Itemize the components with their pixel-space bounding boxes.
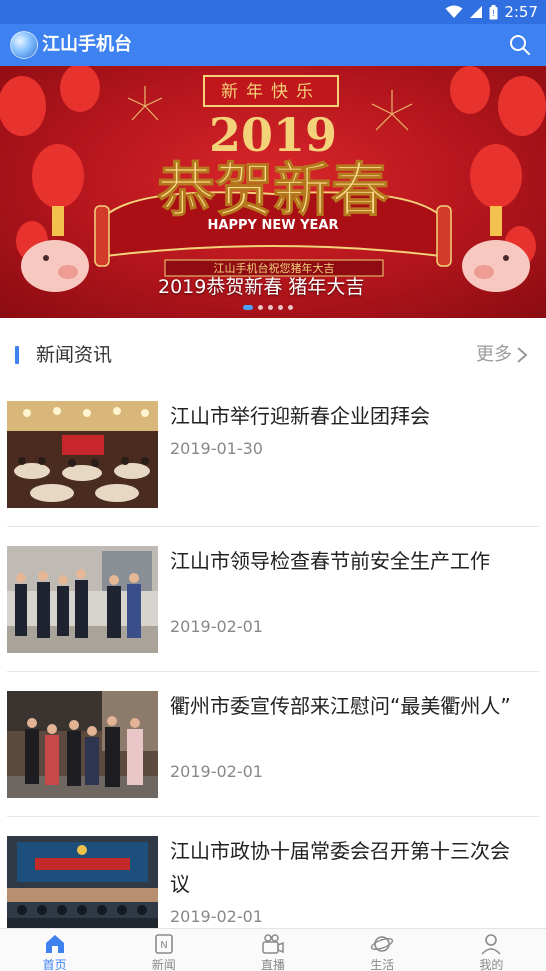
inspection-photo [7, 546, 158, 653]
list-item[interactable]: 江山市举行迎新春企业团拜会 2019-01-30 [0, 390, 546, 535]
news-list: 江山市举行迎新春企业团拜会 2019-01-30 江山市领导检查春节前安全生产工… [0, 390, 546, 970]
news-title: 江山市领导检查春节前安全生产工作 [170, 549, 490, 573]
app-logo-icon [10, 31, 38, 59]
battery-icon: ! [489, 4, 498, 19]
tab-live[interactable]: 直播 [218, 929, 327, 971]
carousel-dot[interactable] [278, 305, 283, 310]
carousel-indicator[interactable] [243, 305, 293, 310]
user-icon [481, 934, 502, 955]
divider [7, 816, 539, 817]
pig-icon [462, 240, 530, 292]
banner-caption: 2019恭贺新春 猪年大吉 [158, 276, 365, 298]
banner-carousel[interactable]: 新年快乐 2019 恭贺新春 HAPPY NEW YEAR 江山手机台祝您猪年大… [0, 66, 546, 318]
tab-mine[interactable]: 我的 [437, 929, 546, 971]
home-icon [45, 935, 64, 953]
divider [7, 526, 539, 527]
tab-live-label: 直播 [261, 958, 286, 971]
banquet-photo [7, 401, 158, 508]
status-bar: ! 2:57 [0, 0, 546, 24]
list-item[interactable]: 衢州市委宣传部来江慰问“最美衢州人” 2019-02-01 [0, 680, 546, 825]
tab-news-label: 新闻 [151, 958, 176, 971]
tab-news[interactable]: N 新闻 [109, 929, 218, 971]
news-title: 江山市举行迎新春企业团拜会 [170, 404, 430, 428]
news-date: 2019-01-30 [170, 439, 263, 458]
more-label: 更多 [476, 344, 512, 365]
news-date: 2019-02-01 [170, 907, 263, 926]
live-camera-icon [262, 934, 284, 954]
svg-text:恭贺新春: 恭贺新春 [156, 156, 389, 224]
carousel-dot[interactable] [288, 305, 293, 310]
svg-text:新年快乐: 新年快乐 [221, 82, 321, 102]
list-item[interactable]: 江山市领导检查春节前安全生产工作 2019-02-01 [0, 535, 546, 680]
tab-life[interactable]: 生活 [328, 929, 437, 971]
app-bar: 江山手机台 [0, 24, 546, 66]
section-title: 新闻资讯 [36, 344, 113, 366]
bottom-nav: 首页 N 新闻 直播 生活 我的 [0, 928, 546, 971]
tab-home-label: 首页 [42, 958, 67, 971]
news-date: 2019-02-01 [170, 762, 263, 781]
news-title: 衢州市委宣传部来江慰问“最美衢州人” [170, 694, 511, 718]
svg-text:HAPPY NEW YEAR: HAPPY NEW YEAR [208, 218, 339, 233]
svg-text:2019: 2019 [209, 108, 337, 162]
news-title: 江山市政协十届常委会召开第十三次会议 [170, 839, 510, 896]
app-title: 江山手机台 [42, 34, 132, 55]
meeting-photo [7, 836, 158, 943]
carousel-dot[interactable] [258, 305, 263, 310]
search-icon[interactable] [508, 33, 532, 57]
news-icon: N [154, 934, 173, 954]
carousel-dot[interactable] [268, 305, 273, 310]
lantern-icon [0, 66, 100, 261]
status-time: 2:57 [504, 3, 538, 21]
lantern-icon [450, 66, 546, 266]
signal-icon [470, 6, 483, 18]
divider [7, 671, 539, 672]
more-link[interactable]: 更多 [476, 342, 528, 368]
svg-text:!: ! [492, 9, 495, 18]
tab-home[interactable]: 首页 [0, 929, 109, 971]
news-section-header: 新闻资讯 更多 [0, 330, 546, 380]
pig-icon [21, 240, 89, 292]
street-visit-photo [7, 691, 158, 798]
chevron-right-icon [517, 347, 528, 363]
wifi-icon [445, 5, 463, 18]
tab-mine-label: 我的 [479, 958, 504, 971]
svg-text:N: N [160, 940, 167, 951]
tab-life-label: 生活 [370, 958, 395, 971]
status-icons: ! 2:57 [445, 3, 538, 21]
news-date: 2019-02-01 [170, 617, 263, 636]
carousel-dot-active[interactable] [243, 305, 253, 310]
planet-icon [371, 936, 394, 952]
section-accent-bar [15, 346, 19, 364]
